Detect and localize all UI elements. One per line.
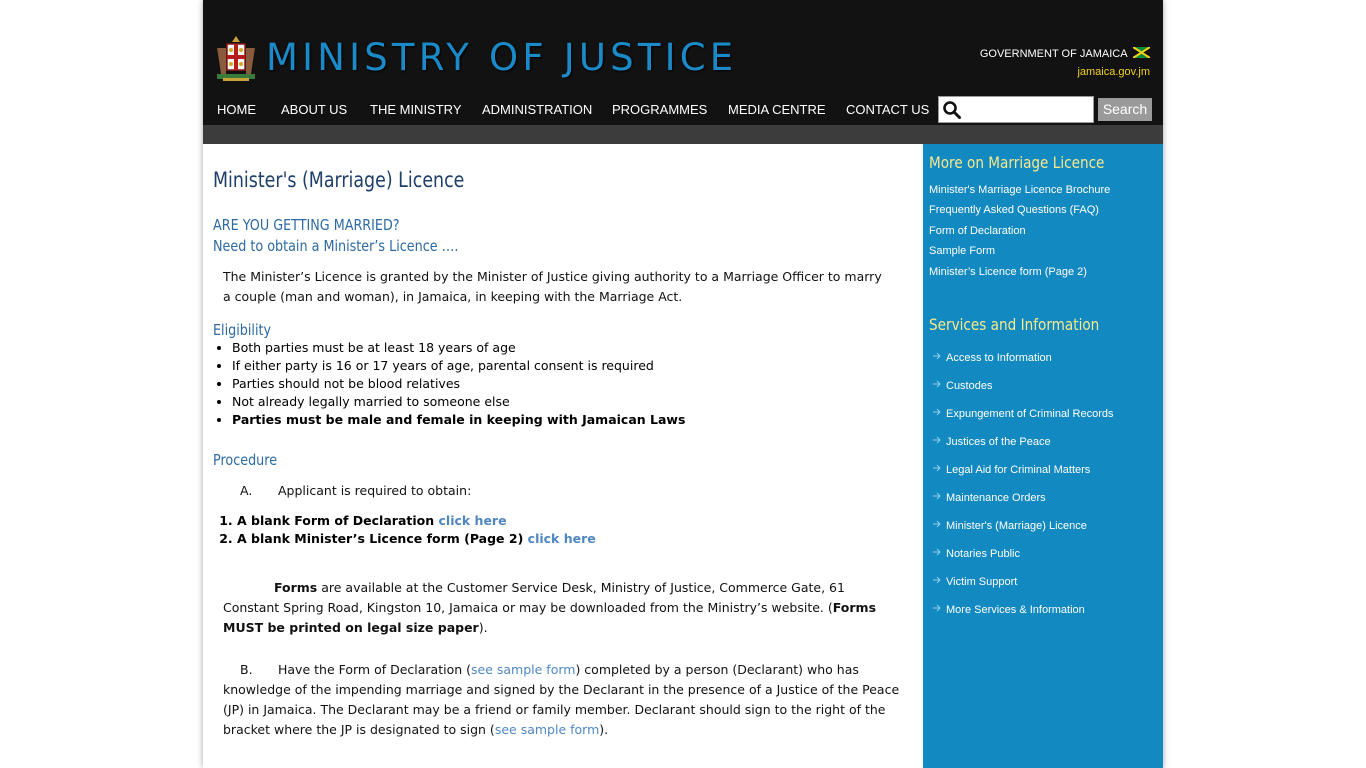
list-item: Parties must be male and female in keepi… xyxy=(232,411,685,429)
sidebar: More on Marriage Licence Minister's Marr… xyxy=(923,144,1163,768)
arrow-right-icon xyxy=(933,380,941,388)
list-item: Both parties must be at least 18 years o… xyxy=(232,339,685,357)
arrow-right-icon xyxy=(933,492,941,500)
nav-media-centre[interactable]: MEDIA CENTRE xyxy=(728,95,826,125)
nav-programmes[interactable]: PROGRAMMES xyxy=(612,95,707,125)
service-label: Expungement of Criminal Records xyxy=(946,408,1114,420)
arrow-right-icon xyxy=(933,352,941,360)
arrow-right-icon xyxy=(933,436,941,444)
service-maintenance-orders[interactable]: Maintenance Orders xyxy=(929,484,1163,512)
service-label: Notaries Public xyxy=(946,548,1020,560)
list-item: Parties should not be blood relatives xyxy=(232,375,685,393)
service-label: More Services & Information xyxy=(946,604,1085,616)
form-declaration-text: A blank Form of Declaration xyxy=(237,513,435,528)
service-label: Custodes xyxy=(946,380,993,392)
service-legal-aid[interactable]: Legal Aid for Criminal Matters xyxy=(929,456,1163,484)
form-of-declaration-link[interactable]: Form of Declaration xyxy=(929,225,1026,237)
more-on-marriage-licence-heading: More on Marriage Licence xyxy=(929,153,1105,172)
sub-navigation-bar xyxy=(203,125,1163,144)
nav-administration[interactable]: ADMINISTRATION xyxy=(482,95,592,125)
see-sample-form-link[interactable]: see sample form xyxy=(471,662,575,677)
faq-link[interactable]: Frequently Asked Questions (FAQ) xyxy=(929,204,1099,216)
service-marriage-licence[interactable]: Minister's (Marriage) Licence xyxy=(929,512,1163,540)
site-title[interactable]: MINISTRY OF JUSTICE xyxy=(266,34,737,82)
service-victim-support[interactable]: Victim Support xyxy=(929,568,1163,596)
forms-list: A blank Form of Declaration click here A… xyxy=(213,512,596,548)
service-label: Minister's (Marriage) Licence xyxy=(946,520,1087,532)
step-b-text-3: ). xyxy=(599,722,609,737)
forms-availability-text: are available at the Customer Service De… xyxy=(223,580,845,615)
form-declaration-link[interactable]: click here xyxy=(439,513,507,528)
service-label: Justices of the Peace xyxy=(946,436,1051,448)
page-title: Minister's (Marriage) Licence xyxy=(213,168,465,192)
service-label: Victim Support xyxy=(946,576,1018,588)
search-box xyxy=(938,96,1094,123)
arrow-right-icon xyxy=(933,464,941,472)
nav-about-us[interactable]: ABOUT US xyxy=(281,95,347,125)
procedure-heading: Procedure xyxy=(213,451,278,469)
intro-heading-getting-married: ARE YOU GETTING MARRIED? xyxy=(213,216,400,234)
step-a-label: A. xyxy=(240,483,253,498)
arrow-right-icon xyxy=(933,604,941,612)
forms-closing: ). xyxy=(478,620,488,635)
services-list: Access to Information Custodes Expungeme… xyxy=(929,344,1163,624)
licence-form-page-2-link[interactable]: Minister’s Licence form (Page 2) xyxy=(929,266,1087,278)
service-label: Access to Information xyxy=(946,352,1052,364)
list-item: If either party is 16 or 17 years of age… xyxy=(232,357,685,375)
see-sample-form-link-2[interactable]: see sample form xyxy=(495,722,599,737)
step-b-text-1: Have the Form of Declaration ( xyxy=(278,662,472,677)
service-notaries-public[interactable]: Notaries Public xyxy=(929,540,1163,568)
licence-form-text: A blank Minister’s Licence form (Page 2) xyxy=(237,531,524,546)
site-header: MINISTRY OF JUSTICE GOVERNMENT OF JAMAIC… xyxy=(203,0,1163,95)
step-b-paragraph: B. Have the Form of Declaration (see samp… xyxy=(223,660,915,740)
forms-availability-paragraph: Forms are available at the Customer Serv… xyxy=(223,578,893,638)
government-label: GOVERNMENT OF JAMAICA xyxy=(979,48,1127,60)
eligibility-list: Both parties must be at least 18 years o… xyxy=(213,339,685,429)
service-custodes[interactable]: Custodes xyxy=(929,372,1163,400)
search-input[interactable] xyxy=(965,99,1089,120)
intro-paragraph: The Minister’s Licence is granted by the… xyxy=(223,269,882,304)
government-label-row: GOVERNMENT OF JAMAICA xyxy=(980,47,1150,61)
intro-heading-obtain-licence: Need to obtain a Minister’s Licence …. xyxy=(213,237,459,255)
coat-of-arms-logo[interactable] xyxy=(213,34,259,82)
search-icon xyxy=(943,101,961,119)
government-of-jamaica-block: GOVERNMENT OF JAMAICA jamaica.gov.jm xyxy=(980,47,1150,79)
sample-form-link[interactable]: Sample Form xyxy=(929,245,995,257)
arrow-right-icon xyxy=(933,520,941,528)
service-label: Legal Aid for Criminal Matters xyxy=(946,464,1091,476)
service-label: Maintenance Orders xyxy=(946,492,1046,504)
arrow-right-icon xyxy=(933,576,941,584)
step-b-label: B. xyxy=(240,662,253,677)
list-item: A blank Form of Declaration click here xyxy=(237,512,596,530)
site-container: MINISTRY OF JUSTICE GOVERNMENT OF JAMAIC… xyxy=(203,0,1163,768)
list-item: Not already legally married to someone e… xyxy=(232,393,685,411)
brochure-link[interactable]: Minister's Marriage Licence Brochure xyxy=(929,184,1110,196)
service-justices-of-the-peace[interactable]: Justices of the Peace xyxy=(929,428,1163,456)
arrow-right-icon xyxy=(933,548,941,556)
nav-the-ministry[interactable]: THE MINISTRY xyxy=(370,95,462,125)
forms-bold-label: Forms xyxy=(274,580,318,595)
service-expungement[interactable]: Expungement of Criminal Records xyxy=(929,400,1163,428)
licence-form-link[interactable]: click here xyxy=(528,531,596,546)
services-and-information-heading: Services and Information xyxy=(929,315,1100,334)
service-access-to-information[interactable]: Access to Information xyxy=(929,344,1163,372)
nav-home[interactable]: HOME xyxy=(217,95,256,125)
list-item: A blank Minister’s Licence form (Page 2)… xyxy=(237,530,596,548)
search-button[interactable]: Search xyxy=(1098,98,1152,121)
arrow-right-icon xyxy=(933,408,941,416)
eligibility-heading: Eligibility xyxy=(213,321,272,339)
step-a-text: Applicant is required to obtain: xyxy=(278,483,472,498)
nav-contact-us[interactable]: CONTACT US xyxy=(846,95,929,125)
jamaica-gov-link[interactable]: jamaica.gov.jm xyxy=(980,65,1150,79)
service-more-services[interactable]: More Services & Information xyxy=(929,596,1163,624)
jamaica-flag-icon xyxy=(1133,47,1150,58)
